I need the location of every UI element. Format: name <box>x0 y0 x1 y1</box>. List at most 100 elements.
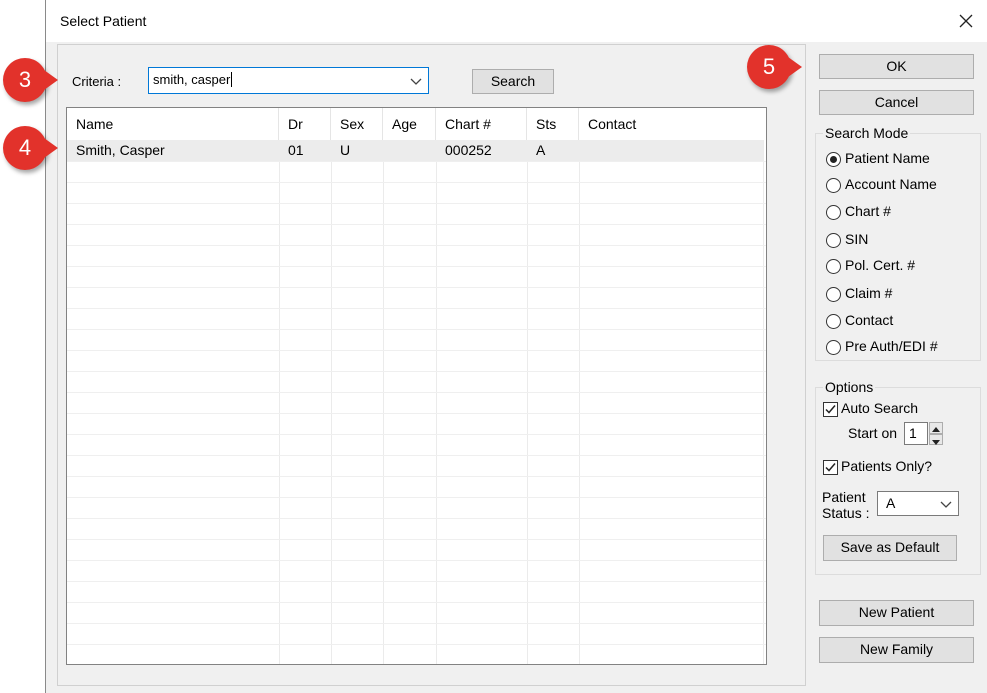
options-title: Options <box>823 379 876 395</box>
patients-only-checkbox[interactable]: Patients Only? <box>823 456 932 476</box>
title-bar: Select Patient <box>46 0 987 42</box>
row-divider <box>67 182 766 183</box>
criteria-combobox[interactable]: smith, casper <box>148 67 429 94</box>
row-divider <box>67 413 766 414</box>
column-header-contact[interactable]: Contact <box>579 108 763 140</box>
radio-label: Account Name <box>845 176 937 192</box>
radio-label: Contact <box>845 312 894 328</box>
new-family-button[interactable]: New Family <box>819 637 974 663</box>
row-divider <box>67 497 766 498</box>
radio-label: Patient Name <box>845 150 930 166</box>
radio-indicator <box>826 204 841 220</box>
radio-label: Chart # <box>845 203 891 219</box>
row-divider <box>67 560 766 561</box>
radio-patient-name[interactable]: Patient Name <box>826 148 930 168</box>
radio-indicator <box>826 313 841 329</box>
cell-name: Smith, Casper <box>76 142 165 158</box>
radio-indicator <box>826 258 841 274</box>
column-header-chart[interactable]: Chart # <box>436 108 527 140</box>
cell-dr: 01 <box>288 142 304 158</box>
patient-results-table: Name Dr Sex Age Chart # Sts Contact Smit… <box>66 107 767 665</box>
table-header: Name Dr Sex Age Chart # Sts Contact <box>67 108 766 140</box>
column-divider <box>279 140 280 664</box>
column-header-name[interactable]: Name <box>67 108 279 140</box>
spin-up-button[interactable] <box>929 422 943 434</box>
annotation-badge-3: 3 <box>3 58 47 102</box>
annotation-pointer-3 <box>44 70 58 90</box>
row-divider <box>67 245 766 246</box>
column-divider <box>383 140 384 664</box>
radio-sin[interactable]: SIN <box>826 229 868 249</box>
select-patient-dialog: Select Patient Criteria : smith, casper … <box>45 0 987 693</box>
triangle-down-icon <box>932 440 940 445</box>
radio-label: Pre Auth/EDI # <box>845 338 938 354</box>
row-divider <box>67 224 766 225</box>
radio-indicator <box>826 232 841 248</box>
row-divider <box>67 602 766 603</box>
background-area <box>0 0 46 693</box>
chevron-down-icon <box>940 501 952 508</box>
row-divider <box>67 266 766 267</box>
row-divider <box>67 350 766 351</box>
table-row[interactable]: Smith, Casper 01 U 000252 A <box>67 140 763 161</box>
row-divider <box>67 329 766 330</box>
column-divider <box>763 140 764 664</box>
checkbox-checked-icon <box>823 459 838 475</box>
patient-status-select[interactable]: A <box>877 491 959 516</box>
radio-indicator <box>826 286 841 302</box>
radio-label: Claim # <box>845 285 893 301</box>
annotation-badge-4: 4 <box>3 126 47 170</box>
patient-status-label-line2: Status : <box>822 505 870 521</box>
radio-indicator <box>826 339 841 355</box>
row-divider <box>67 455 766 456</box>
chevron-down-icon[interactable] <box>408 73 424 89</box>
column-divider <box>436 140 437 664</box>
radio-claim[interactable]: Claim # <box>826 283 892 303</box>
row-divider <box>67 392 766 393</box>
cell-chart: 000252 <box>445 142 492 158</box>
radio-chart[interactable]: Chart # <box>826 201 891 221</box>
checkbox-checked-icon <box>823 401 838 417</box>
radio-label: Pol. Cert. # <box>845 257 916 273</box>
cell-sex: U <box>340 142 351 158</box>
auto-search-checkbox[interactable]: Auto Search <box>823 398 918 418</box>
cell-sts: A <box>536 142 546 158</box>
column-divider <box>579 140 580 664</box>
radio-pre-auth[interactable]: Pre Auth/EDI # <box>826 336 938 356</box>
row-divider <box>67 476 766 477</box>
patients-only-label: Patients Only? <box>841 458 933 474</box>
cancel-button[interactable]: Cancel <box>819 90 974 115</box>
start-on-label: Start on <box>848 425 898 441</box>
criteria-value: smith, casper <box>153 72 231 87</box>
search-button[interactable]: Search <box>472 69 554 94</box>
spin-down-button[interactable] <box>929 434 943 445</box>
text-caret <box>231 72 233 87</box>
radio-account-name[interactable]: Account Name <box>826 174 937 194</box>
patient-status-label-line1: Patient <box>822 489 866 505</box>
column-header-dr[interactable]: Dr <box>279 108 331 140</box>
radio-pol-cert[interactable]: Pol. Cert. # <box>826 255 915 275</box>
row-divider <box>67 623 766 624</box>
column-header-sex[interactable]: Sex <box>331 108 383 140</box>
column-header-age[interactable]: Age <box>383 108 436 140</box>
row-divider <box>67 434 766 435</box>
radio-label: SIN <box>845 231 869 247</box>
row-divider <box>67 539 766 540</box>
row-divider <box>67 644 766 645</box>
close-button[interactable] <box>955 10 977 32</box>
ok-button[interactable]: OK <box>819 54 974 79</box>
criteria-input[interactable]: smith, casper <box>153 72 233 87</box>
row-divider <box>67 581 766 582</box>
row-divider <box>67 518 766 519</box>
save-as-default-button[interactable]: Save as Default <box>823 535 957 561</box>
column-header-sts[interactable]: Sts <box>527 108 579 140</box>
window-title: Select Patient <box>60 13 147 29</box>
row-divider <box>67 308 766 309</box>
search-mode-title: Search Mode <box>823 125 911 141</box>
radio-contact[interactable]: Contact <box>826 310 893 330</box>
column-divider <box>331 140 332 664</box>
start-on-input[interactable]: 1 <box>904 422 928 445</box>
new-patient-button[interactable]: New Patient <box>819 600 974 626</box>
close-icon <box>959 14 973 28</box>
auto-search-label: Auto Search <box>841 400 919 416</box>
